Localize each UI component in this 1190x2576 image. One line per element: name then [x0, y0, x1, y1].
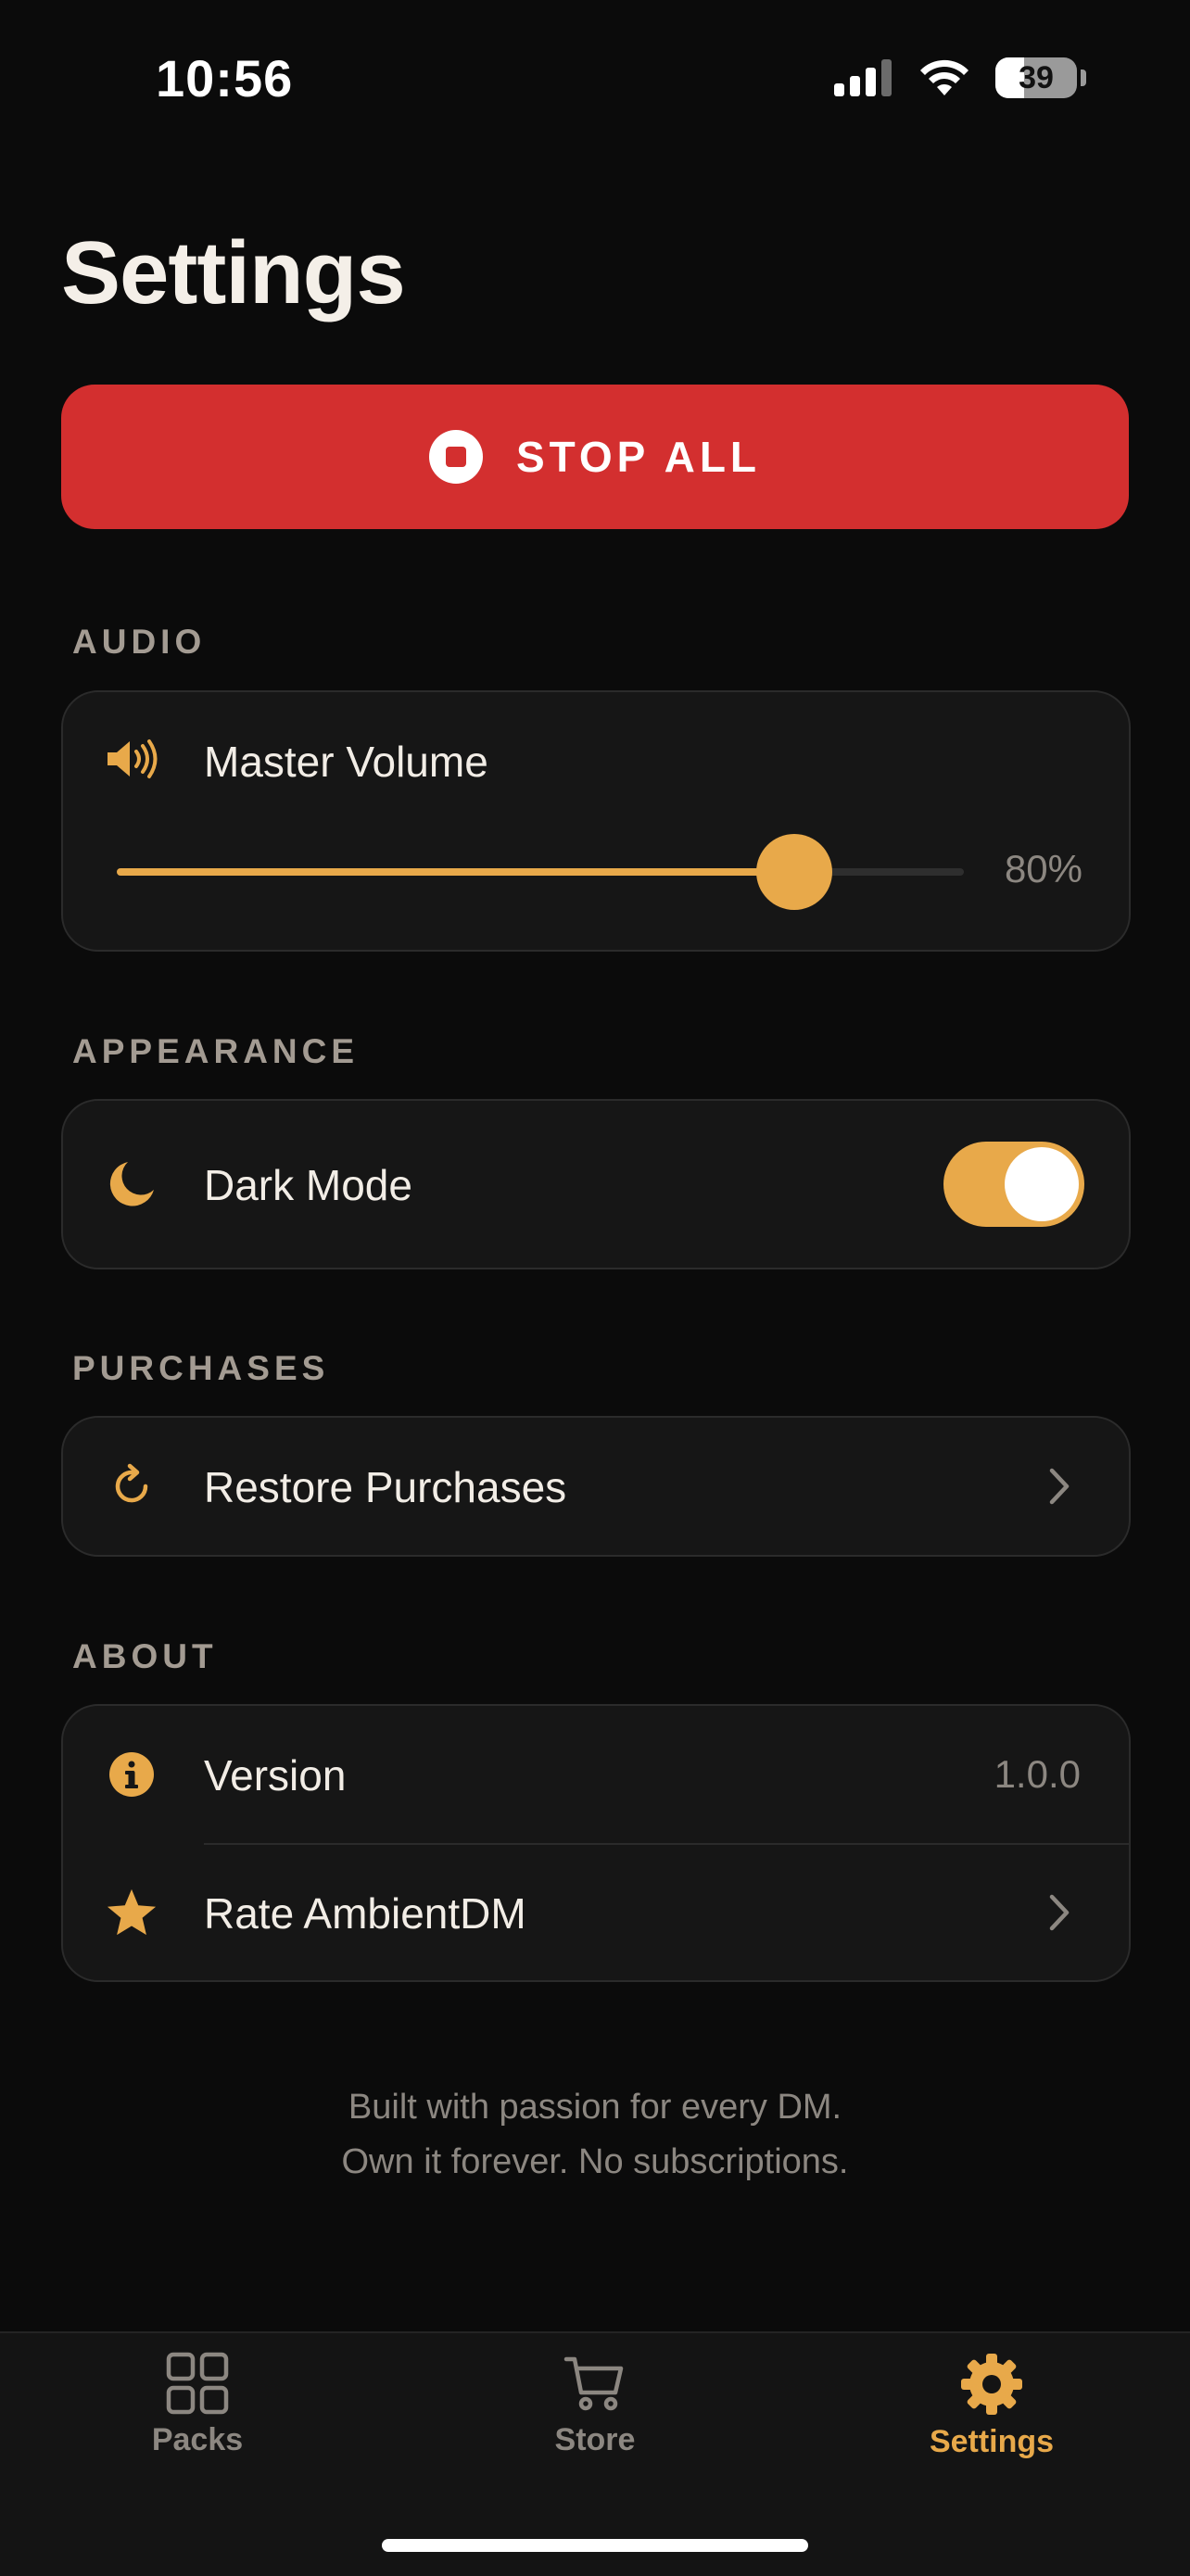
section-label-purchases: PURCHASES	[72, 1349, 330, 1387]
footer-subtext: Own it forever. No subscriptions.	[341, 2142, 849, 2181]
stop-all-button[interactable]: STOP ALL	[61, 385, 1129, 529]
wifi-icon	[920, 59, 968, 95]
volume-percent: 80%	[1004, 847, 1082, 890]
cart-icon	[563, 2356, 624, 2411]
rate-app-row[interactable]: Rate AmbientDM	[63, 1845, 1129, 1980]
moon-icon	[106, 1158, 158, 1210]
status-bar: 10:56 39	[0, 0, 1190, 158]
chevron-right-icon	[1049, 1894, 1070, 1931]
battery-indicator: 39	[995, 57, 1077, 98]
footer-tagline: Built with passion for every DM.	[348, 2088, 842, 2127]
battery-percent: 39	[1019, 59, 1054, 95]
tab-store[interactable]: Store	[456, 2352, 734, 2458]
stop-icon	[428, 430, 483, 484]
about-card: Version 1.0.0 Rate AmbientDM	[61, 1704, 1131, 1982]
tab-packs-label: Packs	[151, 2422, 244, 2457]
volume-slider[interactable]	[117, 834, 964, 910]
master-volume-label: Master Volume	[204, 738, 488, 786]
version-row: Version 1.0.0	[63, 1706, 1129, 1843]
tab-settings-label: Settings	[929, 2424, 1055, 2459]
page-title: Settings	[61, 223, 406, 322]
section-label-about: ABOUT	[72, 1637, 218, 1675]
star-icon	[106, 1887, 158, 1938]
audio-card: Master Volume 80%	[61, 690, 1131, 952]
section-label-audio: AUDIO	[72, 623, 207, 661]
status-icons: 39	[834, 57, 1086, 98]
status-time: 10:56	[156, 49, 294, 107]
tab-store-label: Store	[554, 2422, 636, 2457]
stop-all-label: STOP ALL	[515, 433, 762, 481]
dark-mode-toggle[interactable]	[943, 1142, 1084, 1227]
gear-icon	[961, 2354, 1022, 2415]
rate-app-label: Rate AmbientDM	[204, 1889, 526, 1938]
master-volume-row: Master Volume	[63, 726, 1129, 792]
grid-icon	[166, 2352, 229, 2415]
volume-slider-fill	[117, 868, 795, 876]
restore-purchases-row[interactable]: Restore Purchases	[63, 1418, 1129, 1555]
tab-packs[interactable]: Packs	[58, 2352, 336, 2458]
volume-slider-thumb[interactable]	[756, 834, 833, 910]
purchases-card: Restore Purchases	[61, 1416, 1131, 1557]
refresh-icon	[106, 1460, 158, 1512]
section-label-appearance: APPEARANCE	[72, 1032, 360, 1070]
speaker-icon	[106, 733, 158, 785]
info-icon	[106, 1749, 158, 1800]
version-label: Version	[204, 1751, 347, 1799]
restore-purchases-label: Restore Purchases	[204, 1463, 567, 1511]
dark-mode-row: Dark Mode	[63, 1101, 1129, 1268]
cellular-signal-icon	[834, 59, 892, 96]
home-indicator	[382, 2539, 808, 2552]
version-value: 1.0.0	[994, 1752, 1081, 1796]
tab-settings[interactable]: Settings	[853, 2352, 1131, 2460]
dark-mode-label: Dark Mode	[204, 1161, 412, 1209]
chevron-right-icon	[1049, 1468, 1070, 1505]
toggle-knob	[1005, 1147, 1079, 1221]
appearance-card: Dark Mode	[61, 1099, 1131, 1269]
